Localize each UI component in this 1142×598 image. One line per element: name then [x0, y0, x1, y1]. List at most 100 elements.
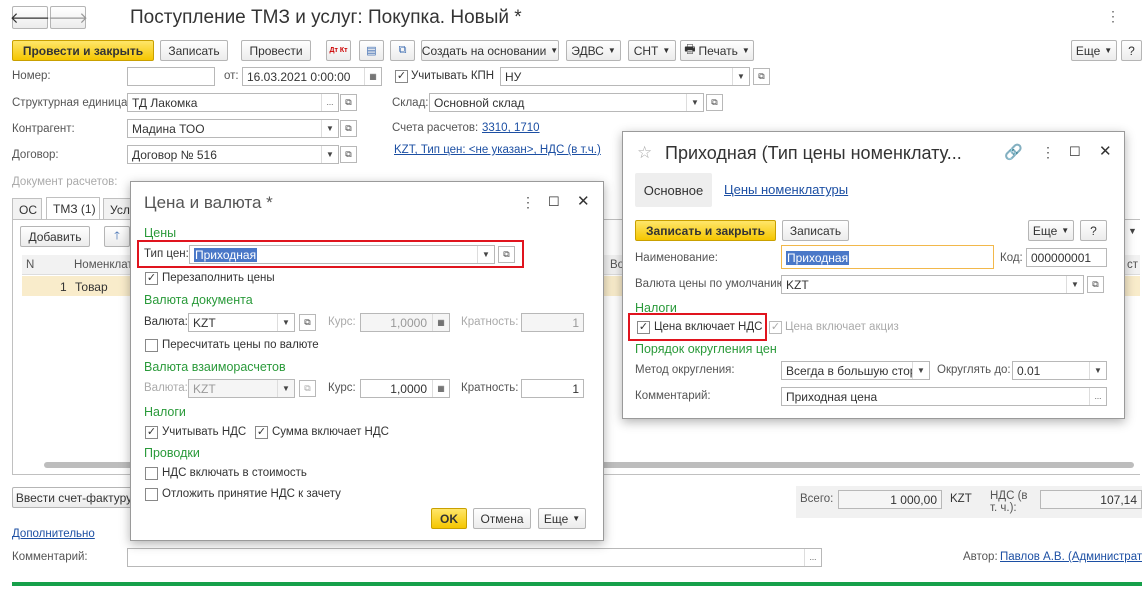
vat-in-cost-checkbox[interactable]: [145, 467, 158, 480]
author-link[interactable]: Павлов А.В. (Администратор): [1000, 551, 1142, 563]
name-field[interactable]: Приходная: [781, 245, 994, 269]
warehouse-select[interactable]: Основной склад ▼: [429, 93, 704, 112]
calendar-icon[interactable]: ▦: [364, 68, 381, 85]
ellipsis-icon[interactable]: ...: [321, 94, 338, 111]
refill-prices-label: Перезаполнить цены: [162, 272, 275, 284]
comment-field[interactable]: ...: [127, 548, 822, 567]
post-button[interactable]: Провести: [241, 40, 311, 61]
tab-tmz[interactable]: ТМЗ (1): [46, 197, 100, 220]
ok-button[interactable]: OK: [431, 508, 467, 529]
open-icon[interactable]: ⧉: [706, 94, 723, 111]
star-icon[interactable]: ☆: [637, 143, 652, 163]
report-icon[interactable]: ▤: [359, 40, 384, 61]
open-icon[interactable]: ⧉: [340, 94, 357, 111]
chevron-down-icon[interactable]: ▼: [686, 94, 703, 111]
chevron-down-icon[interactable]: ▼: [912, 362, 929, 379]
close-icon[interactable]: ✕: [1099, 142, 1112, 160]
add-row-button[interactable]: Добавить: [20, 226, 90, 247]
rate-field: 1,0000 ▦: [360, 313, 450, 332]
round-to-select[interactable]: 0.01 ▼: [1012, 361, 1107, 380]
chevron-down-icon[interactable]: ▼: [321, 120, 338, 137]
arrow-up-icon[interactable]: 🡑: [104, 226, 130, 247]
sum-incl-vat-checkbox[interactable]: ✓: [255, 426, 268, 439]
name-label: Наименование:: [635, 252, 718, 264]
maximize-icon[interactable]: ☐: [548, 194, 560, 210]
section-doc-currency: Валюта документа: [144, 293, 253, 307]
kebab-menu-icon[interactable]: ⋮: [1106, 8, 1120, 25]
open-icon[interactable]: ⧉: [340, 146, 357, 163]
settle-rate-field[interactable]: 1,0000 ▦: [360, 379, 450, 398]
tab-nomenclature-prices[interactable]: Цены номенклатуры: [724, 182, 848, 197]
col-item: Номенклат: [74, 259, 133, 271]
date-field[interactable]: 16.03.2021 0:00:00 ▦: [242, 67, 382, 86]
contract-select[interactable]: Договор № 516 ▼: [127, 145, 339, 164]
print-button[interactable]: 🖶 Печать ▼: [680, 40, 754, 61]
col-account: ст: [1127, 259, 1139, 271]
chevron-down-icon[interactable]: ▼: [732, 68, 749, 85]
save-button[interactable]: Записать: [782, 220, 849, 241]
post-and-close-button[interactable]: Провести и закрыть: [12, 40, 154, 61]
code-field[interactable]: 000000001: [1026, 248, 1107, 267]
ellipsis-icon[interactable]: ...: [1089, 388, 1106, 405]
tab-main[interactable]: Основное: [635, 173, 712, 207]
more-button[interactable]: Еще ▼: [1028, 220, 1074, 241]
more-button[interactable]: Еще ▼: [1071, 40, 1117, 61]
price-currency-link[interactable]: KZT, Тип цен: <не указан>, НДС (в т.ч.): [394, 144, 601, 156]
back-button[interactable]: 🡐: [10, 6, 50, 29]
section-entries: Проводки: [144, 446, 200, 460]
code-label: Код:: [1000, 252, 1023, 264]
defer-vat-checkbox[interactable]: [145, 488, 158, 501]
kpn-select[interactable]: НУ ▼: [500, 67, 750, 86]
chevron-down-icon[interactable]: ▼: [1066, 276, 1083, 293]
more-button[interactable]: Еще ▼: [538, 508, 586, 529]
chevron-down-icon[interactable]: ▼: [1089, 362, 1106, 379]
open-icon[interactable]: ⧉: [1087, 276, 1104, 293]
save-button[interactable]: Записать: [160, 40, 228, 61]
kebab-menu-icon[interactable]: ⋮: [1041, 144, 1055, 161]
forward-button[interactable]: 🡒: [48, 6, 88, 29]
help-button[interactable]: ?: [1080, 220, 1107, 241]
vat-field: 107,14: [1040, 490, 1142, 509]
link-icon[interactable]: 🔗: [1004, 143, 1023, 161]
tab-services[interactable]: Услу: [103, 198, 136, 220]
calculator-icon[interactable]: ▦: [432, 380, 449, 397]
snt-button[interactable]: СНТ ▼: [628, 40, 676, 61]
col-n: N: [26, 259, 35, 271]
open-icon[interactable]: ⧉: [753, 68, 770, 85]
total-label: Всего:: [800, 493, 834, 505]
kebab-menu-icon[interactable]: ⋮: [521, 194, 535, 211]
structure-icon[interactable]: ⧉: [390, 40, 415, 61]
chevron-down-icon[interactable]: ▼: [321, 146, 338, 163]
accounts-link[interactable]: 3310, 1710: [482, 122, 540, 134]
settle-rate-label: Курс:: [328, 382, 356, 394]
number-field[interactable]: [127, 67, 215, 86]
maximize-icon[interactable]: ☐: [1069, 144, 1081, 160]
currency-select[interactable]: KZT ▼: [188, 313, 295, 332]
settle-multiplicity-field[interactable]: 1: [521, 379, 584, 398]
close-icon[interactable]: ✕: [577, 192, 590, 210]
chevron-down-icon[interactable]: ▼: [277, 314, 294, 331]
cancel-button[interactable]: Отмена: [473, 508, 531, 529]
edvs-button[interactable]: ЭДВС ▼: [566, 40, 621, 61]
help-button[interactable]: ?: [1121, 40, 1142, 61]
additional-link[interactable]: Дополнительно: [12, 528, 95, 540]
save-and-close-button[interactable]: Записать и закрыть: [635, 220, 776, 241]
counterparty-select[interactable]: Мадина ТОО ▼: [127, 119, 339, 138]
default-currency-select[interactable]: KZT ▼: [781, 275, 1084, 294]
account-vat-checkbox[interactable]: ✓: [145, 426, 158, 439]
struct-unit-field[interactable]: ТД Лакомка...: [127, 93, 339, 112]
chevron-down-icon[interactable]: ▼: [1128, 226, 1137, 236]
ellipsis-icon[interactable]: ...: [804, 549, 821, 566]
open-icon[interactable]: ⧉: [299, 314, 316, 331]
dt-kt-icon[interactable]: Дт Кт: [326, 40, 351, 61]
recalc-currency-checkbox[interactable]: [145, 339, 158, 352]
create-based-on-button[interactable]: Создать на основании ▼: [421, 40, 559, 61]
price-currency-dialog: Цена и валюта * ⋮ ☐ ✕ Цены Тип цен: Прих…: [130, 181, 604, 541]
comment-field[interactable]: Приходная цена...: [781, 387, 1107, 406]
rounding-method-select[interactable]: Всегда в большую сторону ▼: [781, 361, 930, 380]
open-icon[interactable]: ⧉: [340, 120, 357, 137]
kpn-checkbox[interactable]: ✓: [395, 70, 408, 83]
refill-prices-checkbox[interactable]: ✓: [145, 272, 158, 285]
tab-os[interactable]: ОС: [12, 198, 42, 220]
enter-invoice-button[interactable]: Ввести счет-фактуру: [12, 487, 136, 508]
